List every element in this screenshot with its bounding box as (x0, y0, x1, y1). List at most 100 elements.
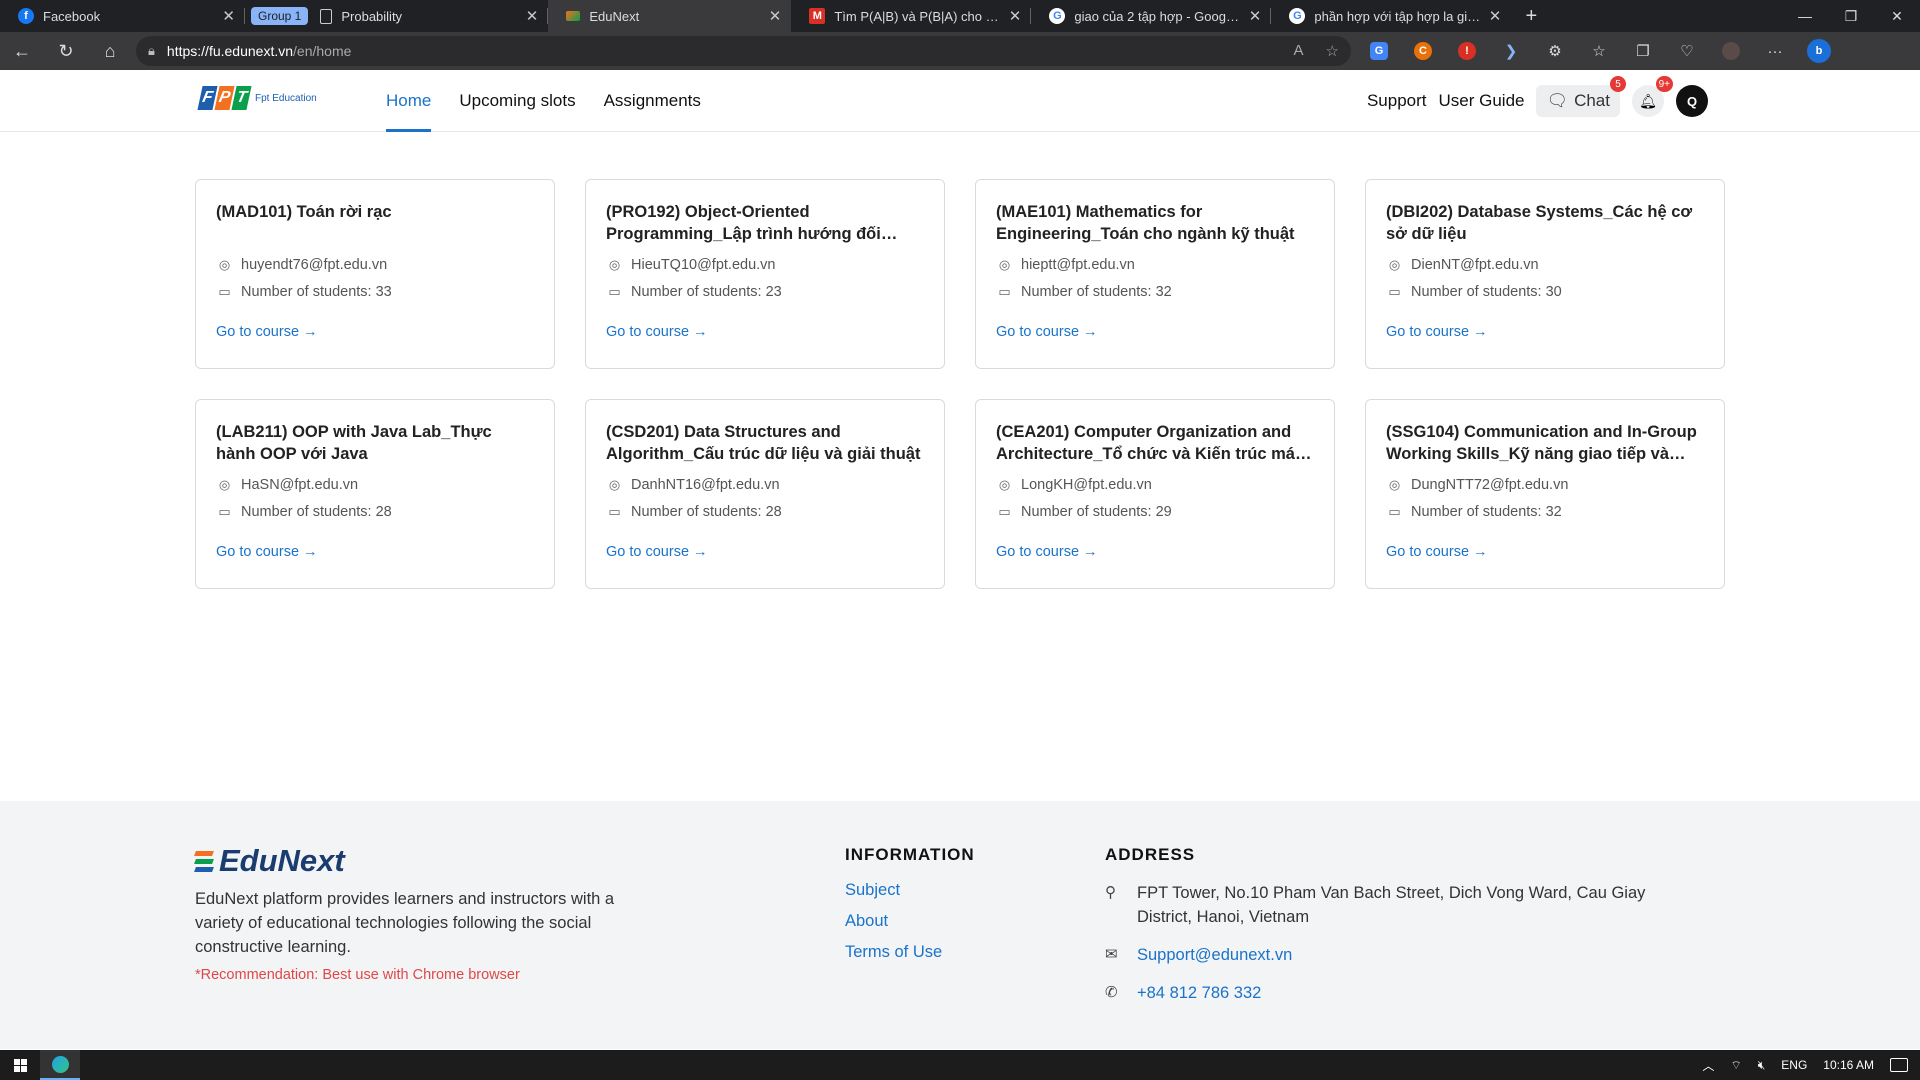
tab-facebook[interactable]: f Facebook ✕ (0, 0, 245, 32)
course-title[interactable]: (PRO192) Object-Oriented Programming_Lập… (606, 201, 924, 245)
go-to-course-link[interactable]: Go to course → (606, 544, 924, 560)
location-pin-icon: ⚲ (1105, 884, 1116, 901)
course-title[interactable]: (SSG104) Communication and In-Group Work… (1386, 421, 1704, 465)
minimize-button[interactable]: — (1782, 0, 1828, 32)
course-card: (DBI202) Database Systems_Các hệ cơ sở d… (1365, 179, 1725, 369)
close-tab-icon[interactable]: ✕ (1009, 7, 1022, 25)
course-title[interactable]: (LAB211) OOP with Java Lab_Thực hành OOP… (216, 421, 534, 465)
go-to-course-link[interactable]: Go to course → (996, 324, 1314, 340)
students-row: ▭ Number of students: 32 (996, 284, 1314, 300)
start-button[interactable] (0, 1050, 40, 1080)
main-nav: Home Upcoming slots Assignments (386, 70, 701, 132)
tab-probability[interactable]: Probability ✕ (308, 0, 549, 32)
close-tab-icon[interactable]: ✕ (1489, 7, 1502, 25)
terms-of-use-link[interactable]: Terms of Use (845, 943, 975, 962)
id-card-icon: ▭ (608, 504, 621, 519)
course-title[interactable]: (DBI202) Database Systems_Các hệ cơ sở d… (1386, 201, 1704, 245)
nav-upcoming-slots[interactable]: Upcoming slots (459, 70, 575, 132)
close-tab-icon[interactable]: ✕ (526, 7, 539, 25)
go-to-course-link[interactable]: Go to course → (216, 324, 534, 340)
go-to-course-link[interactable]: Go to course → (1386, 324, 1704, 340)
go-to-course-link[interactable]: Go to course → (216, 544, 534, 560)
favorites-icon[interactable]: ☆ (1577, 32, 1621, 70)
course-card: (CSD201) Data Structures and Algorithm_C… (585, 399, 945, 589)
coccoc-extension-icon[interactable]: C (1401, 32, 1445, 70)
course-title[interactable]: (CSD201) Data Structures and Algorithm_C… (606, 421, 924, 465)
phone-link[interactable]: +84 812 786 332 (1137, 981, 1261, 1005)
address-bar[interactable]: 🔒︎ https://fu.edunext.vn/en/home A ☆ (136, 36, 1351, 66)
reload-button[interactable]: ↻ (44, 32, 88, 70)
clock[interactable]: 10:16 AM (1823, 1058, 1874, 1072)
course-title[interactable]: (MAE101) Mathematics for Engineering_Toá… (996, 201, 1314, 245)
lecturer-row: ◎ DienNT@fpt.edu.vn (1386, 257, 1704, 273)
user-guide-link[interactable]: User Guide (1439, 91, 1525, 111)
taskbar-edge-app[interactable] (40, 1050, 80, 1080)
go-to-course-link[interactable]: Go to course → (1386, 544, 1704, 560)
user-circle-icon: ◎ (998, 477, 1011, 492)
notifications-button[interactable]: 🔔︎ 9+ (1632, 76, 1673, 117)
course-title[interactable]: (CEA201) Computer Organization and Archi… (996, 421, 1314, 465)
back-button[interactable]: ← (0, 32, 44, 70)
nav-assignments[interactable]: Assignments (604, 70, 701, 132)
nav-home[interactable]: Home (386, 70, 432, 132)
restore-button[interactable]: ❐ (1828, 0, 1874, 32)
support-email-link[interactable]: Support@edunext.vn (1137, 943, 1292, 967)
course-title[interactable]: (MAD101) Toán rời rạc (216, 201, 534, 245)
extensions-puzzle-icon[interactable]: ⚙ (1533, 32, 1577, 70)
close-tab-icon[interactable]: ✕ (222, 7, 235, 25)
close-tab-icon[interactable]: ✕ (769, 7, 782, 25)
chat-icon: 🗨︎ (1546, 91, 1569, 110)
more-menu-icon[interactable]: ··· (1753, 32, 1797, 70)
tab-google-search-2[interactable]: G phần hợp với tập hợp la gi - Google ✕ (1271, 0, 1511, 32)
course-card: (MAE101) Mathematics for Engineering_Toá… (975, 179, 1335, 369)
tab-probability-formula[interactable]: M Tìm P(A|B) và P(B|A) cho Các Biến ✕ (791, 0, 1032, 32)
user-circle-icon: ◎ (608, 477, 621, 492)
go-to-course-link[interactable]: Go to course → (996, 544, 1314, 560)
volume-muted-icon[interactable]: 🔇︎ (1758, 1058, 1766, 1073)
wifi-icon[interactable]: ⌔ (1730, 1058, 1741, 1073)
home-button[interactable]: ⌂ (88, 32, 132, 70)
lock-icon[interactable]: 🔒︎ (148, 43, 155, 59)
phone-icon: ✆ (1105, 984, 1118, 1001)
favorite-star-icon[interactable]: ☆ (1326, 42, 1339, 60)
fpt-education-logo[interactable]: FPT Fpt Education (197, 86, 317, 110)
red-extension-icon[interactable]: ! (1445, 32, 1489, 70)
user-circle-icon: ◎ (1388, 477, 1401, 492)
about-link[interactable]: About (845, 912, 975, 931)
new-tab-button[interactable]: + (1511, 0, 1551, 32)
chevron-up-icon[interactable]: ︿ (1702, 1057, 1714, 1074)
user-circle-icon: ◎ (998, 257, 1011, 272)
course-card: (LAB211) OOP with Java Lab_Thực hành OOP… (195, 399, 555, 589)
address-heading: ADDRESS (1105, 845, 1196, 864)
edunext-logo[interactable]: EduNext (194, 843, 345, 879)
tab-google-search-1[interactable]: G giao của 2 tập hợp - Google Search ✕ (1031, 0, 1272, 32)
close-window-button[interactable]: ✕ (1874, 0, 1920, 32)
arrow-extension-icon[interactable]: ❯ (1489, 32, 1533, 70)
read-aloud-icon[interactable]: A (1294, 42, 1304, 60)
tab-group-label[interactable]: Group 1 (245, 0, 309, 32)
lecturer-row: ◎ LongKH@fpt.edu.vn (996, 477, 1314, 493)
student-count: Number of students: 30 (1411, 284, 1562, 300)
browser-essentials-icon[interactable]: ♡ (1665, 32, 1709, 70)
language-indicator[interactable]: ENG (1781, 1058, 1807, 1072)
close-tab-icon[interactable]: ✕ (1249, 7, 1262, 25)
lecturer-email: DienNT@fpt.edu.vn (1411, 257, 1539, 273)
subject-link[interactable]: Subject (845, 881, 975, 900)
students-row: ▭ Number of students: 28 (606, 504, 924, 520)
translate-extension-icon[interactable]: G (1357, 32, 1401, 70)
profile-avatar-icon[interactable] (1709, 32, 1753, 70)
chat-button[interactable]: 🗨︎ Chat 5 (1536, 76, 1626, 117)
user-avatar[interactable]: Q (1676, 85, 1708, 117)
bookmark-icon: M (809, 8, 826, 24)
tab-title: phần hợp với tập hợp la gi - Google (1314, 8, 1480, 24)
student-count: Number of students: 23 (631, 284, 782, 300)
student-count: Number of students: 32 (1021, 284, 1172, 300)
notification-center-icon[interactable] (1890, 1058, 1908, 1072)
support-link[interactable]: Support (1367, 91, 1427, 111)
copilot-icon[interactable]: b (1797, 32, 1841, 70)
go-to-course-link[interactable]: Go to course → (606, 324, 924, 340)
collections-icon[interactable]: ❐ (1621, 32, 1665, 70)
student-count: Number of students: 28 (631, 504, 782, 520)
tab-edunext[interactable]: EduNext ✕ (548, 0, 792, 32)
lecturer-row: ◎ huyendt76@fpt.edu.vn (216, 257, 534, 273)
